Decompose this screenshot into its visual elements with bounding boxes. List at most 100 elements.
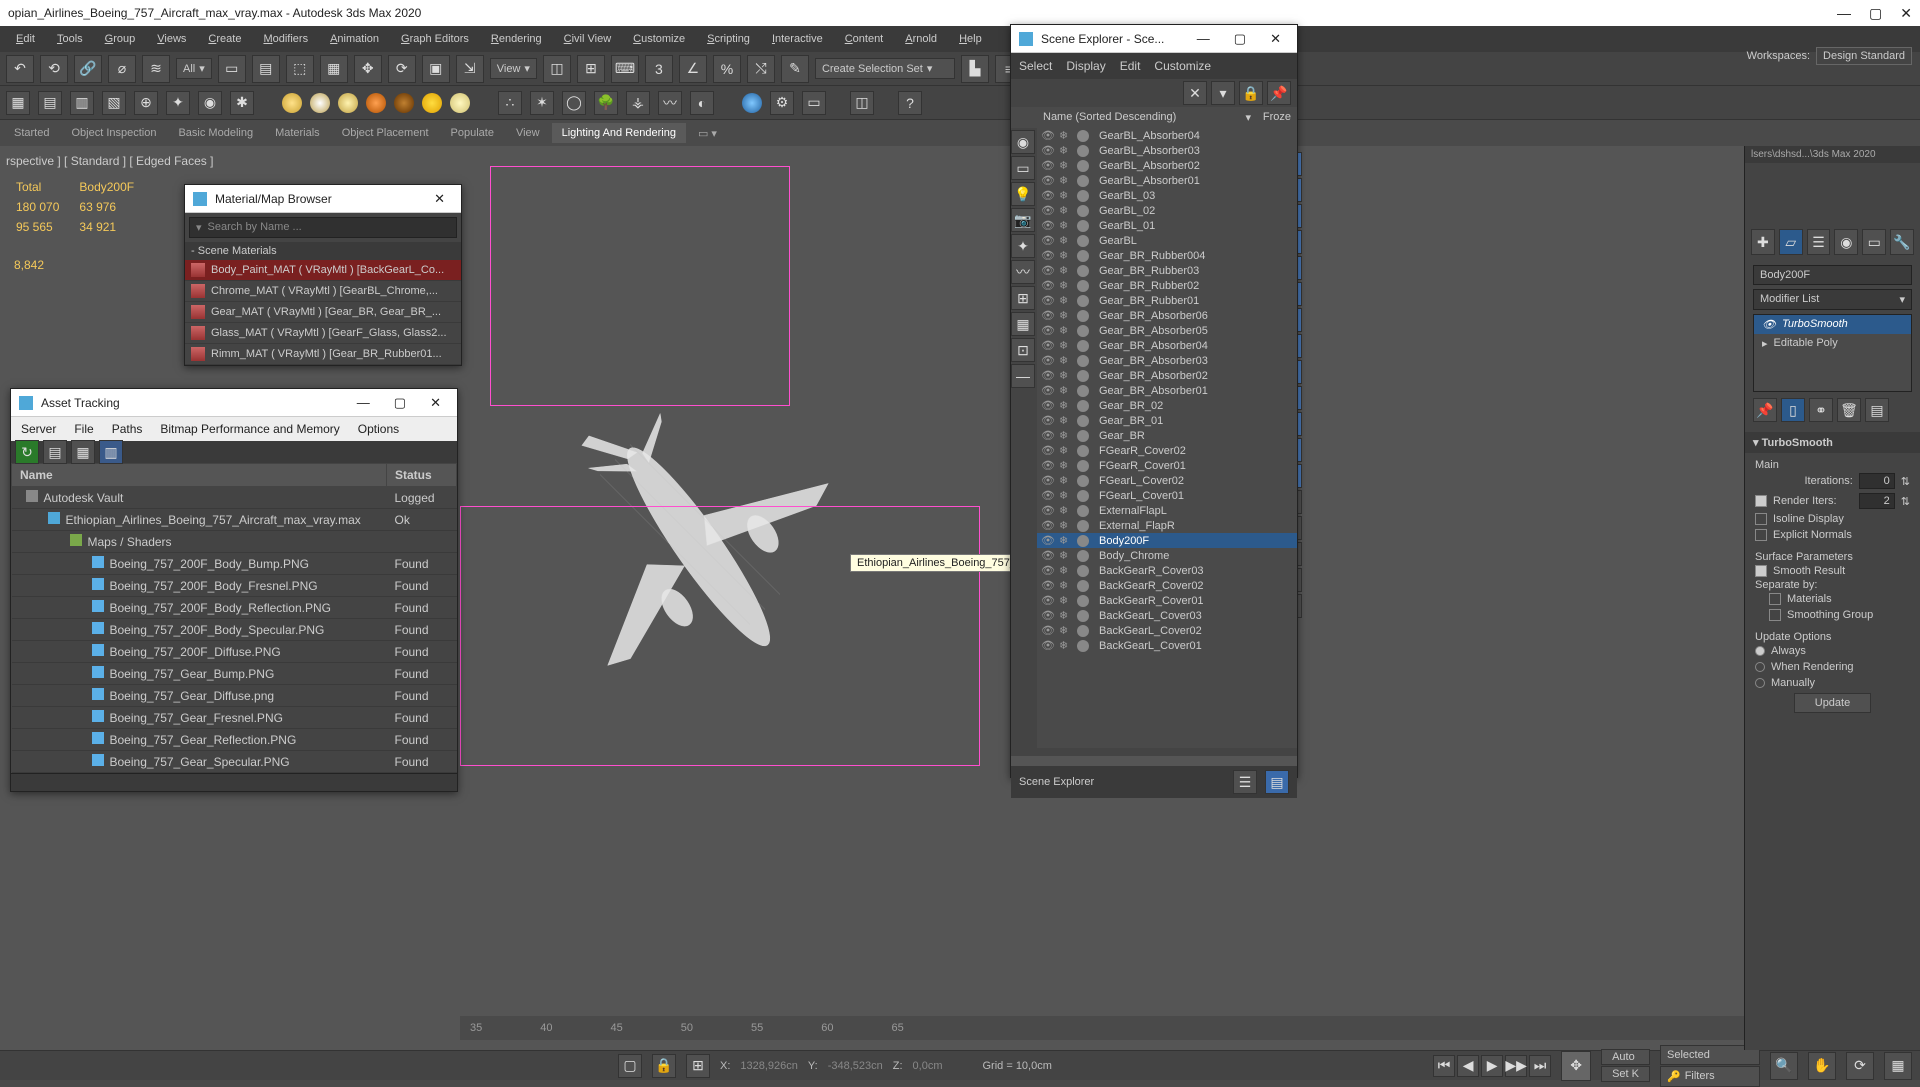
freeze-icon[interactable]: ❄ — [1059, 534, 1073, 547]
select-rect-icon[interactable]: ⬚ — [286, 55, 314, 83]
scene-object-row[interactable]: 👁❄Gear_BR_01 — [1037, 413, 1297, 428]
link-icon[interactable]: 🔗 — [74, 55, 102, 83]
scene-object-row[interactable]: 👁❄Gear_BR_Absorber01 — [1037, 383, 1297, 398]
filter-icon[interactable]: ▭ — [1011, 156, 1035, 180]
manip-icon[interactable]: ⊞ — [577, 55, 605, 83]
menu-create[interactable]: Create — [198, 29, 251, 49]
material-row[interactable]: Body_Paint_MAT ( VRayMtl ) [BackGearL_Co… — [185, 260, 461, 281]
asset-tracking-panel[interactable]: Asset Tracking — ▢ ✕ ServerFilePathsBitm… — [10, 388, 458, 792]
orbit-icon[interactable]: ⟳ — [1846, 1052, 1874, 1080]
visibility-icon[interactable]: 👁 — [1041, 534, 1055, 547]
asset-row[interactable]: Boeing_757_Gear_Diffuse.pngFound — [12, 685, 457, 707]
scene-object-row[interactable]: 👁❄GearBL_01 — [1037, 218, 1297, 233]
maximize-icon[interactable]: ▢ — [386, 395, 414, 411]
visibility-icon[interactable]: 👁 — [1041, 279, 1055, 292]
modifier-stack[interactable]: 👁 TurboSmooth▸ Editable Poly — [1753, 314, 1912, 392]
tool-icon[interactable]: ▥ — [70, 91, 94, 115]
filter-icon[interactable]: 〰 — [1011, 260, 1035, 284]
filter-icon[interactable]: 📷 — [1011, 208, 1035, 232]
freeze-icon[interactable]: ❄ — [1059, 219, 1073, 232]
freeze-icon[interactable]: ❄ — [1059, 279, 1073, 292]
scene-object-row[interactable]: 👁❄GearBL_02 — [1037, 203, 1297, 218]
freeze-icon[interactable]: ❄ — [1059, 204, 1073, 217]
window-crossing-icon[interactable]: ▦ — [320, 55, 348, 83]
menu-graph-editors[interactable]: Graph Editors — [391, 29, 479, 49]
scene-object-row[interactable]: 👁❄FGearR_Cover02 — [1037, 443, 1297, 458]
scene-object-row[interactable]: 👁❄BackGearL_Cover02 — [1037, 623, 1297, 638]
light-orb-icon[interactable] — [450, 93, 470, 113]
freeze-icon[interactable]: ❄ — [1059, 549, 1073, 562]
mirror-icon[interactable]: ▙ — [961, 55, 989, 83]
snap-toggle-icon[interactable]: 3 — [645, 55, 673, 83]
menu-group[interactable]: Group — [95, 29, 146, 49]
column-name[interactable]: Name (Sorted Descending) — [1043, 111, 1245, 124]
filter-icon[interactable]: ⊡ — [1011, 338, 1035, 362]
asset-row[interactable]: Boeing_757_Gear_Bump.PNGFound — [12, 663, 457, 685]
show-end-result-icon[interactable]: ▯ — [1781, 398, 1805, 422]
asset-row[interactable]: Ethiopian_Airlines_Boeing_757_Aircraft_m… — [12, 509, 457, 531]
freeze-icon[interactable]: ❄ — [1059, 504, 1073, 517]
select-object-icon[interactable]: ▭ — [218, 55, 246, 83]
particle-icon[interactable]: ∴ — [498, 91, 522, 115]
placement-icon[interactable]: ⇲ — [456, 55, 484, 83]
tool-icon[interactable]: ▤ — [38, 91, 62, 115]
freeze-icon[interactable]: ❄ — [1059, 459, 1073, 472]
viewport-label[interactable]: rspective ] [ Standard ] [ Edged Faces ] — [6, 154, 213, 168]
display-tab-icon[interactable]: ▭ — [1862, 229, 1886, 255]
at-menu-bitmap-performance-and-memory[interactable]: Bitmap Performance and Memory — [160, 422, 339, 436]
visibility-icon[interactable]: 👁 — [1041, 324, 1055, 337]
scene-object-row[interactable]: 👁❄Gear_BR_Rubber01 — [1037, 293, 1297, 308]
freeze-icon[interactable]: ❄ — [1059, 174, 1073, 187]
freeze-icon[interactable]: ❄ — [1059, 579, 1073, 592]
hair-icon[interactable]: 〰 — [658, 91, 682, 115]
scene-objects-list[interactable]: 👁❄GearBL_Absorber04👁❄GearBL_Absorber03👁❄… — [1037, 128, 1297, 748]
material-row[interactable]: Rimm_MAT ( VRayMtl ) [Gear_BR_Rubber01..… — [185, 344, 461, 365]
freeze-icon[interactable]: ❄ — [1059, 639, 1073, 652]
at-menu-options[interactable]: Options — [358, 422, 399, 436]
freeze-icon[interactable]: ❄ — [1059, 294, 1073, 307]
scene-object-row[interactable]: 👁❄Gear_BR_Absorber04 — [1037, 338, 1297, 353]
particle-icon[interactable]: ◯ — [562, 91, 586, 115]
filter-icon[interactable]: ⊞ — [1011, 286, 1035, 310]
scene-object-row[interactable]: 👁❄ExternalFlapL — [1037, 503, 1297, 518]
freeze-icon[interactable]: ❄ — [1059, 474, 1073, 487]
se-menu-customize[interactable]: Customize — [1154, 59, 1211, 73]
freeze-icon[interactable]: ❄ — [1059, 369, 1073, 382]
light-orb-icon[interactable] — [394, 93, 414, 113]
material-browser-panel[interactable]: Material/Map Browser ✕ ▾ Search by Name … — [184, 184, 462, 366]
update-button[interactable]: Update — [1794, 693, 1871, 713]
spinner-snap-icon[interactable]: ⤭ — [747, 55, 775, 83]
menu-interactive[interactable]: Interactive — [762, 29, 833, 49]
auto-key-button[interactable]: Auto — [1601, 1049, 1650, 1065]
freeze-icon[interactable]: ❄ — [1059, 444, 1073, 457]
visibility-icon[interactable]: 👁 — [1041, 204, 1055, 217]
scene-object-row[interactable]: 👁❄BackGearR_Cover03 — [1037, 563, 1297, 578]
light-orb-icon[interactable] — [282, 93, 302, 113]
visibility-icon[interactable]: 👁 — [1041, 399, 1055, 412]
modifier-list-dropdown[interactable]: Modifier List▾ — [1753, 289, 1912, 310]
tab-object-placement[interactable]: Object Placement — [332, 123, 439, 143]
sep-materials-checkbox[interactable] — [1769, 593, 1781, 605]
tree-view-icon[interactable]: ▤ — [43, 440, 67, 464]
close-icon[interactable]: ✕ — [1900, 5, 1912, 22]
visibility-icon[interactable]: 👁 — [1041, 609, 1055, 622]
freeze-icon[interactable]: ❄ — [1059, 414, 1073, 427]
update-render-radio[interactable] — [1755, 662, 1765, 672]
lock-icon[interactable]: 🔒 — [1239, 81, 1263, 105]
freeze-icon[interactable]: ❄ — [1059, 519, 1073, 532]
modifier-row[interactable]: 👁 TurboSmooth — [1754, 315, 1911, 334]
scene-object-row[interactable]: 👁❄Gear_BR_02 — [1037, 398, 1297, 413]
material-search[interactable]: ▾ Search by Name ... — [189, 217, 457, 238]
create-tab-icon[interactable]: ✚ — [1751, 229, 1775, 255]
freeze-icon[interactable]: ❄ — [1059, 564, 1073, 577]
close-icon[interactable]: ✕ — [1262, 31, 1289, 47]
scene-object-row[interactable]: 👁❄Gear_BR_Rubber03 — [1037, 263, 1297, 278]
tool-icon[interactable]: ▧ — [102, 91, 126, 115]
angle-snap-icon[interactable]: ∠ — [679, 55, 707, 83]
close-icon[interactable]: ✕ — [426, 191, 453, 207]
visibility-icon[interactable]: 👁 — [1041, 504, 1055, 517]
scene-object-row[interactable]: 👁❄Body_Chrome — [1037, 548, 1297, 563]
workspace-selector[interactable]: Workspaces: Design Standard — [1747, 47, 1912, 65]
scene-object-row[interactable]: 👁❄Gear_BR_Rubber004 — [1037, 248, 1297, 263]
filter-icon[interactable]: — — [1011, 364, 1035, 388]
